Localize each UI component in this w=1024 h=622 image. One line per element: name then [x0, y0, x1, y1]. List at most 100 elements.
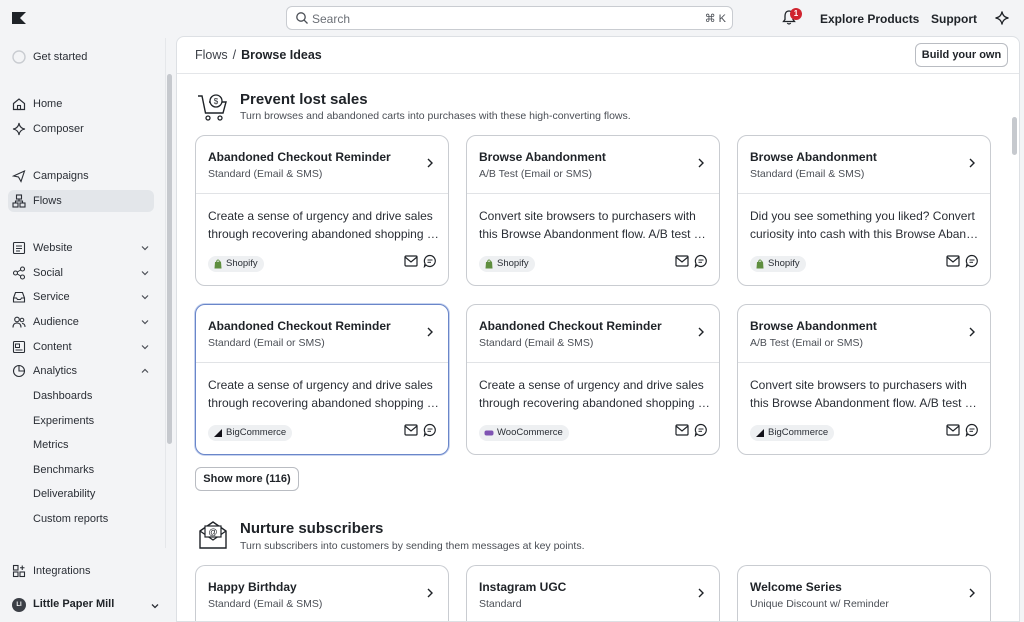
sidebar-item-composer[interactable]: Composer [8, 118, 154, 140]
card-description-line: Did you see something you liked? Convert [750, 209, 975, 223]
cart-dollar-icon: $ [198, 94, 227, 121]
sidebar-item-campaigns[interactable]: Campaigns [8, 165, 154, 187]
chevron-right-icon [698, 588, 704, 598]
card-title: Abandoned Checkout Reminder [479, 319, 662, 333]
flow-card[interactable]: Browse Abandonment Standard (Email & SMS… [737, 135, 991, 286]
card-subtitle: Standard [479, 598, 522, 610]
search-input[interactable]: Search ⌘ K [286, 6, 733, 30]
app-logo-icon[interactable] [12, 11, 26, 25]
platform-badge: BigCommerce [208, 425, 293, 441]
content-icon [12, 340, 26, 354]
bigcommerce-icon [214, 429, 222, 437]
ai-sparkle-icon[interactable] [995, 11, 1009, 25]
sidebar-subitem-custom-reports[interactable]: Custom reports [33, 513, 108, 525]
card-description-line: curiosity into cash with this Browse Aba… [750, 227, 982, 241]
email-icon [404, 424, 418, 436]
sidebar-item-social[interactable]: Social [8, 262, 154, 284]
sidebar-subitem-deliverability[interactable]: Deliverability [33, 488, 95, 500]
card-description: Did you see something you liked? Convert… [750, 207, 982, 243]
sidebar-item-label: Composer [33, 123, 84, 135]
sidebar-subitem-benchmarks[interactable]: Benchmarks [33, 464, 94, 476]
platform-badge: BigCommerce [750, 425, 835, 441]
support-link[interactable]: Support [931, 12, 977, 26]
main-scrollbar[interactable] [1012, 117, 1017, 155]
card-description: Create a sense of urgency and drive sale… [208, 207, 440, 243]
card-title: Welcome Series [750, 580, 842, 594]
chevron-down-icon [141, 345, 149, 350]
bigcommerce-icon [756, 429, 764, 437]
search-shortcut: ⌘ K [704, 13, 726, 25]
chevron-down-icon [141, 271, 149, 276]
sidebar-item-label: Website [33, 242, 73, 254]
sidebar-item-content[interactable]: Content [8, 336, 154, 358]
sidebar-item-label: Get started [33, 51, 88, 63]
chevron-right-icon [969, 327, 975, 337]
email-icon [946, 424, 960, 436]
share-nodes-icon [12, 266, 26, 280]
flow-card[interactable]: Happy Birthday Standard (Email & SMS) [195, 565, 449, 621]
sidebar-subitem-dashboards[interactable]: Dashboards [33, 390, 92, 402]
sidebar-item-label: Audience [33, 316, 79, 328]
flow-card-selected[interactable]: Abandoned Checkout Reminder Standard (Em… [195, 304, 449, 455]
build-your-own-button[interactable]: Build your own [915, 43, 1008, 67]
sidebar-item-audience[interactable]: Audience [8, 311, 154, 333]
card-title: Browse Abandonment [479, 150, 606, 164]
main-panel: Flows / Browse Ideas Build your own $ Prev… [176, 36, 1020, 622]
card-description: Create a sense of urgency and drive sale… [208, 376, 440, 412]
chevron-down-icon[interactable] [150, 601, 160, 611]
sidebar-item-home[interactable]: Home [8, 93, 154, 115]
breadcrumb: Flows / Browse Ideas [195, 48, 322, 62]
platform-name: WooCommerce [497, 427, 563, 438]
sidebar-item-label: Campaigns [33, 170, 89, 182]
sidebar-item-label: Flows [33, 195, 62, 207]
sidebar-item-service[interactable]: Service [8, 286, 154, 308]
platform-name: BigCommerce [768, 427, 829, 438]
flow-card[interactable]: Instagram UGC Standard [466, 565, 720, 621]
card-divider [196, 193, 448, 194]
sidebar: Get started Home Composer Campaigns Flow… [0, 36, 176, 622]
breadcrumb-separator: / [232, 48, 237, 62]
flow-card[interactable]: Welcome Series Unique Discount w/ Remind… [737, 565, 991, 621]
sidebar-scroll-track [165, 38, 166, 548]
card-title: Abandoned Checkout Reminder [208, 150, 391, 164]
sidebar-item-integrations[interactable]: Integrations [8, 560, 154, 582]
card-divider [467, 362, 719, 363]
platform-name: Shopify [768, 258, 800, 269]
card-subtitle: Standard (Email & SMS) [208, 598, 323, 610]
flow-card[interactable]: Abandoned Checkout Reminder Standard (Em… [195, 135, 449, 286]
chevron-down-icon [141, 295, 149, 300]
sms-icon [965, 254, 978, 268]
flow-card[interactable]: Abandoned Checkout Reminder Standard (Em… [466, 304, 720, 455]
card-subtitle: A/B Test (Email or SMS) [479, 168, 592, 180]
chevron-right-icon [969, 158, 975, 168]
sidebar-item-get-started[interactable]: Get started [8, 46, 154, 68]
card-description-line: through recovering abandoned shopping ca… [208, 227, 440, 241]
chevron-right-icon [427, 588, 433, 598]
show-more-button[interactable]: Show more (116) [195, 467, 299, 491]
card-divider [467, 193, 719, 194]
platform-name: Shopify [497, 258, 529, 269]
sidebar-scrollbar[interactable] [167, 74, 172, 444]
email-icon [675, 424, 689, 436]
sidebar-item-flows[interactable]: Flows [8, 190, 154, 212]
sidebar-item-analytics[interactable]: Analytics [8, 360, 154, 382]
breadcrumb-flows-link[interactable]: Flows [195, 48, 228, 62]
card-subtitle: Standard (Email or SMS) [208, 337, 325, 349]
sidebar-item-label: Social [33, 267, 63, 279]
search-placeholder: Search [312, 12, 351, 26]
account-name[interactable]: Little Paper Mill [33, 598, 114, 610]
platform-badge: Shopify [208, 256, 264, 272]
card-description-line: Convert site browsers to purchasers with [750, 378, 967, 392]
account-avatar[interactable]: LI [12, 598, 26, 612]
card-title: Happy Birthday [208, 580, 297, 594]
flow-card[interactable]: Browse Abandonment A/B Test (Email or SM… [737, 304, 991, 455]
sidebar-item-website[interactable]: Website [8, 237, 154, 259]
shopify-icon [214, 259, 222, 269]
sidebar-subitem-experiments[interactable]: Experiments [33, 415, 94, 427]
inbox-icon [12, 291, 26, 303]
sidebar-subitem-metrics[interactable]: Metrics [33, 439, 68, 451]
card-description-line: this Browse Abandonment flow. A/B test d… [479, 227, 711, 241]
explore-products-link[interactable]: Explore Products [820, 12, 919, 26]
chevron-right-icon [698, 327, 704, 337]
flow-card[interactable]: Browse Abandonment A/B Test (Email or SM… [466, 135, 720, 286]
